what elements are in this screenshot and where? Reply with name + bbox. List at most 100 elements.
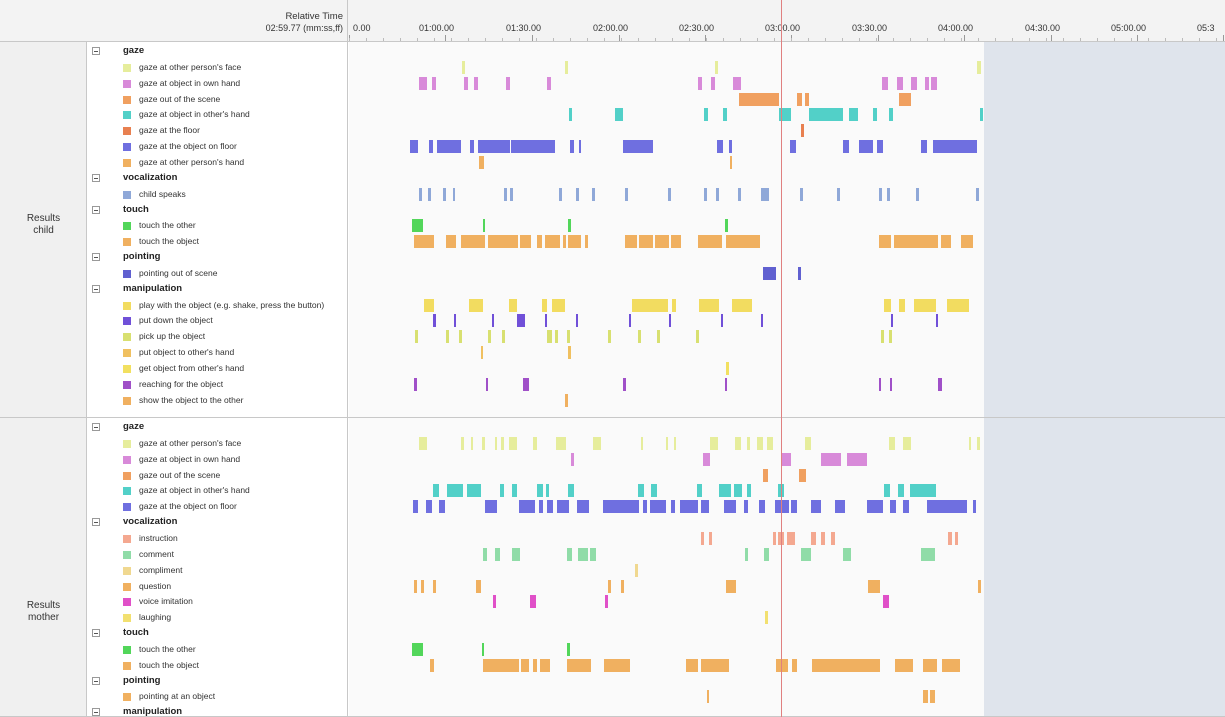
collapse-toggle-icon[interactable] [92,423,100,431]
event-bar[interactable] [568,484,574,498]
event-bar[interactable] [461,235,485,249]
event-bar[interactable] [578,547,588,561]
event-bar[interactable] [715,60,718,74]
event-bar[interactable] [555,330,558,344]
event-bar[interactable] [767,436,773,450]
event-bar[interactable] [415,330,418,344]
behavior-row[interactable]: voice imitation [87,594,348,610]
event-bar[interactable] [739,92,779,106]
event-bar[interactable] [478,140,510,154]
event-bar[interactable] [567,330,570,344]
collapse-toggle-icon[interactable] [92,47,100,55]
event-bar[interactable] [421,579,424,593]
event-bar[interactable] [615,108,623,122]
event-bar[interactable] [921,547,935,561]
event-bar[interactable] [843,140,849,154]
event-bar[interactable] [447,484,463,498]
behavior-row[interactable]: gaze out of the scene [87,468,348,484]
event-bar[interactable] [495,436,497,450]
event-bar[interactable] [978,579,981,593]
event-bar[interactable] [725,377,727,391]
event-bar[interactable] [432,76,436,90]
collapse-toggle-icon[interactable] [92,284,100,293]
event-bar[interactable] [590,547,596,561]
event-bar[interactable] [744,500,748,514]
event-bar[interactable] [504,187,507,201]
event-bar[interactable] [891,314,893,328]
event-bar[interactable] [563,235,566,249]
playhead-cursor[interactable] [781,0,782,717]
event-bar[interactable] [632,298,668,312]
category-row-manipulation[interactable]: manipulation [87,705,348,717]
event-bar[interactable] [433,579,436,593]
event-bar[interactable] [430,658,434,672]
event-bar[interactable] [412,219,423,233]
event-bar[interactable] [898,484,904,498]
event-bar[interactable] [545,235,560,249]
category-row-manipulation[interactable]: manipulation [87,282,348,298]
event-bar[interactable] [567,547,572,561]
event-bar[interactable] [887,187,890,201]
event-bar[interactable] [761,314,763,328]
event-bar[interactable] [483,658,519,672]
event-bar[interactable] [931,76,937,90]
event-bar[interactable] [721,314,723,328]
event-bar[interactable] [723,108,727,122]
category-row-gaze[interactable]: gaze [87,420,348,436]
event-bar[interactable] [454,314,456,328]
event-bar[interactable] [921,140,927,154]
event-bar[interactable] [930,690,935,704]
event-bar[interactable] [576,314,578,328]
category-row-vocalization[interactable]: vocalization [87,171,348,187]
event-bar[interactable] [479,155,484,169]
event-bar[interactable] [701,658,729,672]
event-bar[interactable] [414,579,417,593]
behavior-row[interactable]: pointing at an object [87,689,348,705]
event-bar[interactable] [592,187,595,201]
event-bar[interactable] [523,377,529,391]
event-bar[interactable] [831,531,835,545]
event-bar[interactable] [570,140,574,154]
event-bar[interactable] [884,484,890,498]
event-bar[interactable] [501,436,504,450]
category-row-touch[interactable]: touch [87,203,348,219]
behavior-row[interactable]: question [87,579,348,595]
event-bar[interactable] [579,140,581,154]
event-bar[interactable] [925,76,929,90]
event-bar[interactable] [716,187,719,201]
event-bar[interactable] [809,108,843,122]
event-bar[interactable] [942,658,960,672]
event-bar[interactable] [843,547,851,561]
event-bar[interactable] [895,658,913,672]
event-bar[interactable] [792,658,797,672]
behavior-row[interactable]: gaze at object in own hand [87,76,348,92]
event-bar[interactable] [800,187,803,201]
event-bar[interactable] [495,547,500,561]
event-bar[interactable] [812,658,880,672]
event-bar[interactable] [849,108,858,122]
event-bar[interactable] [719,484,731,498]
event-bar[interactable] [883,595,889,609]
event-bar[interactable] [801,124,804,138]
event-bar[interactable] [512,547,520,561]
event-bar[interactable] [932,484,936,498]
event-bar[interactable] [961,235,973,249]
event-bar[interactable] [650,500,666,514]
behavior-row[interactable]: pick up the object [87,329,348,345]
event-bar[interactable] [437,140,461,154]
behavior-row[interactable]: get object from other's hand [87,361,348,377]
event-bar[interactable] [567,658,591,672]
event-bar[interactable] [625,235,637,249]
event-bar[interactable] [941,235,951,249]
event-bar[interactable] [725,219,728,233]
event-bar[interactable] [537,484,543,498]
event-bar[interactable] [462,60,465,74]
event-bar[interactable] [556,436,566,450]
event-bar[interactable] [565,60,568,74]
event-bar[interactable] [811,531,816,545]
event-bar[interactable] [492,314,494,328]
event-bar[interactable] [879,235,891,249]
event-bar[interactable] [927,500,967,514]
event-bar[interactable] [623,140,653,154]
event-bar[interactable] [686,658,698,672]
